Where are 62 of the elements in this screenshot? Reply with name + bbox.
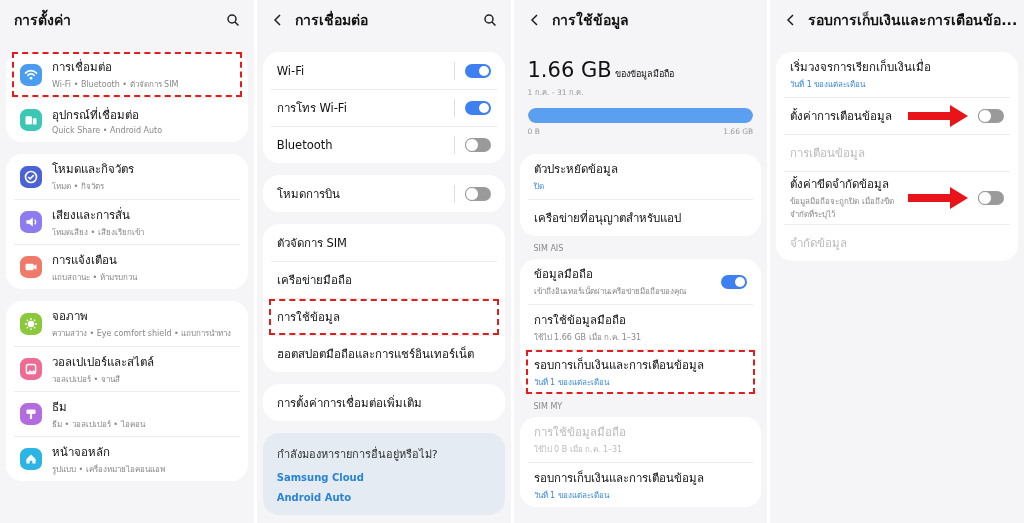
row-subtitle: Quick Share • Android Auto bbox=[52, 125, 164, 135]
row-title[interactable]: จอภาพ bbox=[52, 307, 234, 325]
screen-title: รอบการเก็บเงินและการเตือนข้อ... bbox=[808, 10, 1018, 30]
toggle-switch[interactable] bbox=[978, 191, 1004, 205]
row-subtitle: โหมดเสียง • เสียงเรียกเข้า bbox=[52, 226, 145, 239]
row-title[interactable]: เสียงและการสั่น bbox=[52, 205, 234, 224]
screen-title: การใช้ข้อมูล bbox=[551, 10, 630, 31]
row-title[interactable]: ข้อมูลมือถือ bbox=[533, 265, 712, 283]
row-subtitle: Wi-Fi • Bluetooth • ตัวจัดการ SIM bbox=[52, 79, 180, 91]
row-subtitle: วันที่ 1 ของแต่ละเดือน bbox=[790, 78, 867, 91]
row-title[interactable]: ตัวประหยัดข้อมูล bbox=[533, 160, 748, 178]
row-subtitle: วอลเปเปอร์ • จานสี bbox=[52, 373, 121, 386]
row-subtitle: ใช้ไป 0 B เมื่อ ก.ค. 1–31 bbox=[533, 443, 624, 456]
search-icon[interactable] bbox=[482, 13, 497, 27]
row-title[interactable]: รอบการเก็บเงินและการเตือนข้อมูล bbox=[533, 468, 748, 487]
row-subtitle: แถบสถานะ • ห้ามรบกวน bbox=[52, 271, 139, 284]
row-subtitle: ใช้ไป 1.66 GB เมื่อ ก.ค. 1–31 bbox=[533, 331, 643, 344]
row-title[interactable]: ตั้งค่าขีดจำกัดข้อมูล bbox=[790, 175, 898, 193]
row-subtitle: ความสว่าง • Eye comfort shield • แถบการนำทาง bbox=[52, 328, 233, 340]
row-subtitle: วันที่ 1 ของแต่ละเดือน bbox=[533, 489, 611, 502]
row-subtitle: รูปแบบ • เครื่องหมายไอคอนแอพ bbox=[52, 463, 166, 476]
toggle-switch[interactable] bbox=[721, 274, 748, 289]
row-subtitle: ปิด bbox=[533, 181, 545, 193]
row-subtitle: ธีม • วอลเปเปอร์ • ไอคอน bbox=[52, 418, 147, 431]
row-title[interactable]: การโทร Wi-Fi bbox=[276, 99, 444, 117]
row-title[interactable]: ตั้งค่าการเตือนข้อมูล bbox=[790, 107, 898, 125]
section-label: SIM MY bbox=[532, 402, 564, 411]
suggestion-question: กำลังมองหารายการอื่นอยู่หรือไม่? bbox=[276, 445, 439, 463]
usage-unit: ของข้อมูลมือถือ bbox=[614, 68, 674, 81]
row-title[interactable]: หน้าจอหลัก bbox=[52, 442, 234, 461]
row-title[interactable]: อุปกรณ์ที่เชื่อมต่อ bbox=[52, 105, 234, 124]
row-title[interactable]: เครือข่ายมือถือ bbox=[276, 271, 491, 289]
search-icon[interactable] bbox=[225, 13, 240, 27]
row-title[interactable]: โหมดการบิน bbox=[276, 184, 444, 203]
toggle-switch[interactable] bbox=[464, 63, 491, 78]
toggle-switch[interactable] bbox=[464, 138, 491, 152]
row-title[interactable]: เครือข่ายที่อนุญาตสำหรับแอป bbox=[533, 209, 748, 227]
row-title[interactable]: การตั้งค่าการเชื่อมต่อเพิ่มเติม bbox=[276, 393, 491, 412]
row-title[interactable]: รอบการเก็บเงินและการเตือนข้อมูล bbox=[533, 355, 748, 374]
row-subtitle: โหมด • กิจวัตร bbox=[52, 181, 105, 193]
row-title[interactable]: Bluetooth bbox=[276, 138, 444, 152]
row-title[interactable]: เริ่มวงจรการเรียกเก็บเงินเมื่อ bbox=[790, 58, 1004, 76]
row-title[interactable]: การแจ้งเตือน bbox=[52, 250, 234, 269]
row-title[interactable]: ฮอตสปอตมือถือและการแชร์อินเทอร์เน็ต bbox=[276, 345, 491, 363]
row-title[interactable]: ธีม bbox=[52, 397, 234, 416]
screen-title: การเชื่อมต่อ bbox=[294, 9, 369, 30]
row-subtitle: ข้อมูลมือถือจะถูกปิด เมื่อถึงขีดจำกัดที่ระบุไว้ bbox=[790, 195, 895, 221]
row-title[interactable]: Wi-Fi bbox=[276, 63, 444, 78]
toggle-switch[interactable] bbox=[464, 186, 491, 201]
row-subtitle: เข้าถึงอินเทอร์เน็ตผ่านเครือข่ายมือถือของคุณ bbox=[533, 285, 687, 298]
row-title[interactable]: การใช้ข้อมูล bbox=[276, 308, 491, 326]
row-title[interactable]: ตัวจัดการ SIM bbox=[276, 233, 491, 252]
row-title[interactable]: วอลเปเปอร์และสไตล์ bbox=[52, 352, 234, 371]
section-label: SIM AIS bbox=[532, 244, 565, 253]
toggle-switch[interactable] bbox=[978, 109, 1004, 123]
row-title[interactable]: การใช้ข้อมูลมือถือ bbox=[533, 310, 748, 329]
usage-amount: 1.66 GB bbox=[527, 58, 612, 82]
row-title[interactable]: โหมดและกิจวัตร bbox=[52, 160, 234, 178]
row-subtitle: วันที่ 1 ของแต่ละเดือน bbox=[533, 376, 611, 389]
row-title[interactable]: การเชื่อมต่อ bbox=[52, 58, 234, 76]
toggle-switch[interactable] bbox=[464, 101, 491, 115]
screen-title: การตั้งค่า bbox=[14, 9, 216, 31]
